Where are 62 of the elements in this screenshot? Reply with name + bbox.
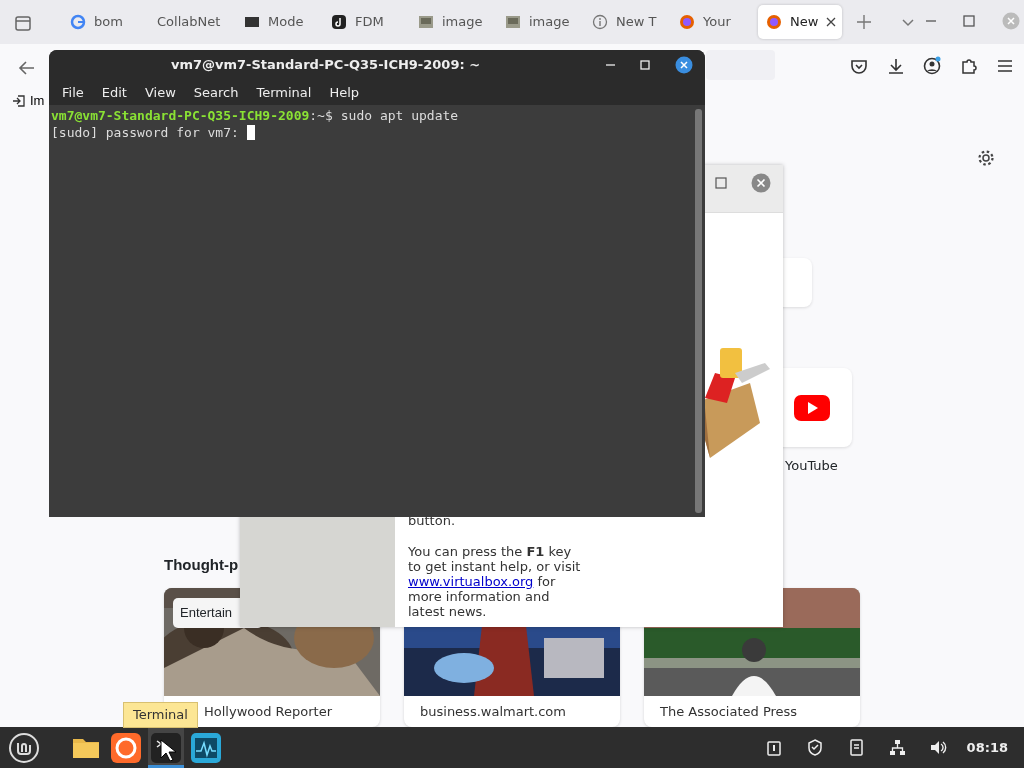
browser-tab[interactable]: New (758, 5, 842, 39)
clock[interactable]: 08:18 (966, 737, 1008, 758)
firefox-icon (111, 732, 141, 763)
menu-item[interactable]: File (53, 82, 93, 103)
menu-item[interactable]: Help (320, 82, 369, 103)
site-icon (244, 14, 260, 30)
close-icon[interactable] (826, 17, 837, 27)
maximize-icon (960, 12, 978, 30)
firefox-icon (679, 14, 695, 30)
browser-tab[interactable]: bom (62, 5, 146, 39)
maximize-icon (715, 177, 727, 189)
image-icon (505, 14, 521, 30)
minimize-icon (926, 20, 936, 22)
command-text: sudo apt update (340, 108, 459, 123)
volume-icon (929, 739, 947, 756)
shortcut-label[interactable]: YouTube (785, 456, 838, 476)
mint-logo-icon (8, 731, 40, 764)
bookmark-item[interactable]: Im (11, 92, 46, 109)
browser-tab[interactable]: image (410, 5, 494, 39)
clipboard-icon (765, 739, 783, 756)
prompt-user: vm7@vm7-Standard-PC-Q35-ICH9-2009 (51, 108, 310, 123)
source-label: business.walmart.com (419, 703, 567, 721)
tiktok-icon (331, 14, 347, 30)
network-icon (888, 739, 906, 756)
document-icon (847, 739, 865, 756)
section-heading: Thought-p (164, 555, 239, 575)
info-icon (592, 14, 608, 30)
menu-item[interactable]: Edit (92, 82, 136, 103)
dialog-text: button. (408, 513, 456, 528)
menu-item[interactable]: View (135, 82, 185, 103)
minimize-icon (606, 64, 615, 66)
website-link[interactable]: www.virtualbox.org (408, 574, 534, 589)
maximize-icon (639, 59, 651, 71)
google-icon (70, 14, 86, 30)
image-icon (418, 14, 434, 30)
text-cursor (246, 125, 255, 140)
browser-tab[interactable]: Your (671, 5, 755, 39)
menu-item[interactable]: Search (184, 82, 248, 103)
close-icon (751, 173, 771, 193)
prompt-path: :~$ (309, 108, 333, 123)
tooltip: Terminal (123, 702, 198, 728)
close-icon (1002, 12, 1020, 30)
youtube-icon (794, 394, 830, 421)
browser-tab[interactable]: Mode (236, 5, 320, 39)
account-icon (922, 56, 942, 76)
browser-tab[interactable]: CollabNet (149, 5, 233, 39)
browser-tab[interactable]: FDM (323, 5, 407, 39)
settings-icon (976, 148, 996, 168)
mouse-pointer-icon (160, 739, 176, 761)
scrollbar[interactable] (695, 109, 702, 513)
source-label: The Associated Press (659, 703, 799, 721)
plus-icon (854, 12, 874, 32)
firefox-icon (766, 14, 782, 30)
browser-tab[interactable]: image (497, 5, 581, 39)
system-monitor-icon (191, 732, 221, 763)
window-title: vm7@vm7-Standard-PC-Q35-ICH9-2009: ~ (169, 56, 482, 75)
menu-item[interactable]: Terminal (247, 82, 321, 103)
shield-icon (806, 739, 824, 756)
browser-tab[interactable]: New T (584, 5, 668, 39)
output-text: [sudo] password for vm7: (51, 124, 239, 141)
close-icon (675, 56, 693, 74)
import-icon (12, 93, 26, 108)
